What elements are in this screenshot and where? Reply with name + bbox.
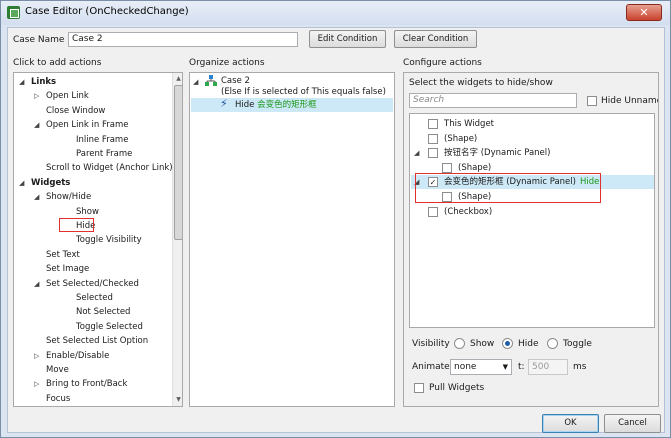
expander-icon[interactable]: ◢ xyxy=(34,280,39,288)
action-item[interactable]: Set Selected List Option xyxy=(46,334,148,348)
widget-item[interactable]: (Shape) xyxy=(444,132,477,146)
visibility-hide-radio[interactable] xyxy=(502,338,513,349)
widget-item[interactable]: (Checkbox) xyxy=(444,205,492,219)
widget-tree: This Widget (Shape) ◢ 按钮名字 (Dynamic Panel) (… xyxy=(409,113,655,328)
pull-widgets-checkbox[interactable] xyxy=(414,383,424,393)
action-item[interactable]: Focus xyxy=(46,392,70,406)
visibility-toggle-radio[interactable] xyxy=(547,338,558,349)
widget-checkbox[interactable] xyxy=(428,206,438,217)
action-item[interactable]: Selected xyxy=(76,291,113,305)
widget-checkbox[interactable] xyxy=(428,148,438,159)
expander-icon[interactable]: ◢ xyxy=(34,193,39,201)
widget-item[interactable]: 按钮名字 (Dynamic Panel) xyxy=(444,146,550,160)
case-expand-icon[interactable]: ◢ xyxy=(193,78,198,86)
configure-actions-panel: Select the widgets to hide/show Search H… xyxy=(403,72,659,407)
hide-highlight-box xyxy=(59,218,94,232)
widget-label: (Shape) xyxy=(458,162,492,173)
scroll-thumb[interactable] xyxy=(174,85,182,240)
middle-panel-header: Organize actions xyxy=(189,58,265,68)
chevron-down-icon: ▼ xyxy=(502,363,508,371)
action-item[interactable]: Parent Frame xyxy=(76,147,132,161)
duration-unit: ms xyxy=(573,362,587,372)
expander-icon[interactable]: ▷ xyxy=(34,92,39,100)
widget-checkbox[interactable] xyxy=(428,119,438,129)
ok-button[interactable]: OK xyxy=(542,414,599,433)
widget-label: (Checkbox) xyxy=(444,206,493,217)
expander-icon[interactable]: ◢ xyxy=(19,78,24,86)
dialog-body: Case Name Case 2 Edit Condition Clear Co… xyxy=(7,27,665,433)
visibility-show-label: Show xyxy=(470,339,495,349)
scroll-down-arrow[interactable]: ▼ xyxy=(173,394,182,405)
widget-checkbox[interactable] xyxy=(442,162,452,173)
widget-label: (Shape) xyxy=(444,133,478,144)
action-item[interactable]: Inline Frame xyxy=(76,133,128,147)
widget-search-input[interactable]: Search xyxy=(409,93,577,108)
action-item[interactable]: Close Window xyxy=(46,104,105,118)
selected-widget-box xyxy=(415,173,601,203)
select-widgets-label: Select the widgets to hide/show xyxy=(409,78,553,88)
clear-condition-button[interactable]: Clear Condition xyxy=(394,30,477,48)
actions-scrollbar[interactable]: ▲ ▼ xyxy=(172,73,182,406)
pull-widgets-label: Pull Widgets xyxy=(429,383,485,393)
organize-actions-tree: ◢ Case 2 (Else If is selected of This eq… xyxy=(189,72,395,407)
case-icon xyxy=(205,75,217,86)
action-item[interactable]: Links xyxy=(31,75,56,89)
action-item[interactable]: Scroll to Widget (Anchor Link) xyxy=(46,161,173,175)
app-icon xyxy=(7,6,20,19)
visibility-label: Visibility xyxy=(412,339,450,349)
widget-label: This Widget xyxy=(444,119,495,129)
action-item[interactable]: Set Selected/Checked xyxy=(46,277,139,291)
action-item[interactable]: Open Link xyxy=(46,89,89,103)
action-text[interactable]: Hide 会变色的矩形框 xyxy=(235,98,317,112)
hide-unnamed-label: Hide Unnamed xyxy=(601,96,658,106)
action-item[interactable]: Bring to Front/Back xyxy=(46,377,127,391)
action-bolt-icon: ⚡ xyxy=(220,97,228,110)
widget-item[interactable]: This Widget xyxy=(444,117,494,131)
left-panel-header: Click to add actions xyxy=(13,58,102,68)
action-item[interactable]: Move xyxy=(46,363,69,377)
action-item[interactable]: Toggle Visibility xyxy=(76,233,142,247)
case-condition: (Else If is selected of This equals fals… xyxy=(221,87,386,97)
action-verb: Hide xyxy=(235,100,255,110)
case-name-label: Case Name xyxy=(13,35,65,45)
case-editor-window: Case Editor (OnCheckedChange) ✕ Case Nam… xyxy=(0,0,671,438)
expander-icon[interactable]: ◢ xyxy=(19,179,24,187)
visibility-show-radio[interactable] xyxy=(454,338,465,349)
expander-icon[interactable]: ▷ xyxy=(34,352,39,360)
scroll-up-arrow[interactable]: ▲ xyxy=(173,73,182,84)
edit-condition-button[interactable]: Edit Condition xyxy=(309,30,386,48)
expander-icon[interactable]: ◢ xyxy=(414,149,419,157)
case-name-input[interactable]: Case 2 xyxy=(68,32,298,47)
title-bar[interactable]: Case Editor (OnCheckedChange) ✕ xyxy=(1,1,670,25)
expander-icon[interactable]: ◢ xyxy=(34,121,39,129)
widget-checkbox[interactable] xyxy=(428,133,438,144)
hide-unnamed-checkbox[interactable] xyxy=(587,96,597,106)
action-item[interactable]: Set Text xyxy=(46,248,80,262)
visibility-toggle-label: Toggle xyxy=(563,339,592,349)
visibility-hide-label: Hide xyxy=(518,339,539,349)
action-item[interactable]: Set Image xyxy=(46,262,89,276)
animate-label: Animate xyxy=(412,362,450,372)
cancel-button[interactable]: Cancel xyxy=(604,414,661,433)
actions-tree: ◢ Links ▷ Open Link Close Window ◢ Open Link i… xyxy=(13,72,183,407)
action-item[interactable]: Show/Hide xyxy=(46,190,91,204)
action-item[interactable]: Open Link in Frame xyxy=(46,118,128,132)
action-item[interactable]: Toggle Selected xyxy=(76,320,143,334)
animate-value: none xyxy=(454,362,477,372)
expander-icon[interactable]: ▷ xyxy=(34,380,39,388)
widget-label: 按钮名字 (Dynamic Panel) xyxy=(444,148,551,159)
action-target: 会变色的矩形框 xyxy=(257,100,317,110)
action-item[interactable]: Not Selected xyxy=(76,305,130,319)
window-title: Case Editor (OnCheckedChange) xyxy=(25,6,189,17)
right-panel-header: Configure actions xyxy=(403,58,482,68)
action-item[interactable]: Enable/Disable xyxy=(46,349,109,363)
action-item[interactable]: Widgets xyxy=(31,176,70,190)
animate-select[interactable]: none ▼ xyxy=(450,359,512,375)
close-button[interactable]: ✕ xyxy=(626,4,662,21)
duration-label: t: xyxy=(518,362,525,372)
action-item[interactable]: Show xyxy=(76,205,99,219)
duration-input[interactable]: 500 xyxy=(528,359,568,375)
